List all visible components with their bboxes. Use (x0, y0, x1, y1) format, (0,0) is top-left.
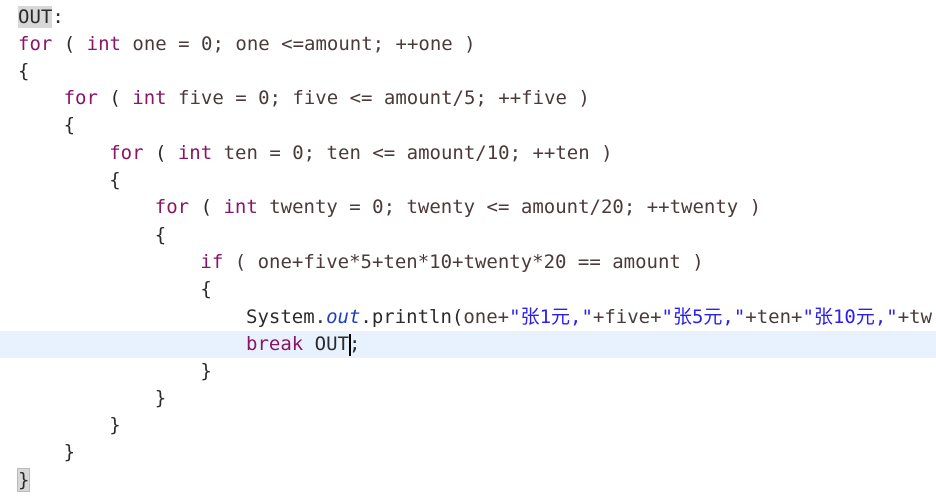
code-token: { (154, 224, 167, 246)
code-token: { (18, 60, 30, 82)
code-token: ( (189, 196, 224, 218)
code-token: { (109, 169, 121, 191)
code-token: ( (143, 142, 178, 164)
code-token: ( (97, 87, 133, 109)
code-token: { (200, 278, 212, 300)
code-token: OUT (18, 6, 53, 28)
code-line[interactable]: for ( int five = 0; five <= amount/5; ++… (0, 85, 936, 112)
code-token: ( one+five*5+ten*10+twenty*20 == amount … (223, 251, 704, 273)
keyword-token: for (63, 87, 98, 109)
code-token: twenty = 0; twenty <= amount/20; ++twent… (257, 196, 762, 218)
code-token: ten = 0; ten <= amount/10; ++ten ) (212, 142, 613, 164)
keyword-token: for (154, 196, 190, 218)
code-line[interactable]: { (0, 58, 936, 85)
string-token: "张10元," (802, 306, 898, 328)
keyword-token: int (86, 33, 121, 55)
code-token: { (63, 114, 76, 136)
code-token: : (52, 6, 64, 28)
code-token: one = 0; one <=amount; ++one ) (120, 33, 476, 55)
code-token: one+ (463, 306, 510, 328)
code-token: OUT (303, 333, 349, 355)
keyword-token: int (177, 142, 213, 164)
code-token: .println( (360, 306, 464, 328)
code-line[interactable]: } (0, 412, 936, 439)
code-token: +ten+ (745, 306, 803, 328)
code-line[interactable]: for ( int twenty = 0; twenty <= amount/2… (0, 194, 936, 221)
code-line[interactable]: } (0, 385, 936, 412)
keyword-token: for (109, 142, 144, 164)
code-token: ; (348, 333, 361, 355)
code-line[interactable]: { (0, 112, 936, 139)
code-token: } (63, 441, 76, 463)
code-token: out (326, 306, 361, 328)
code-line[interactable]: OUT: (0, 4, 936, 31)
code-line[interactable]: { (0, 222, 936, 249)
code-token: five = 0; five <= amount/5; ++five ) (166, 87, 590, 109)
code-token: ( (52, 33, 87, 55)
keyword-token: break (246, 333, 304, 355)
code-line[interactable]: System.out.println(one+"张1元,"+five+"张5元,… (0, 304, 936, 331)
code-token: +tw (897, 306, 933, 328)
code-token: } (154, 387, 167, 409)
code-line[interactable]: } (0, 358, 936, 385)
code-line[interactable]: for ( int one = 0; one <=amount; ++one ) (0, 31, 936, 58)
keyword-token: int (223, 196, 258, 218)
code-token: System. (246, 306, 327, 328)
code-line[interactable]: { (0, 276, 936, 303)
keyword-token: if (200, 251, 224, 273)
code-editor[interactable]: OUT: for ( int one = 0; one <=amount; ++o… (0, 0, 936, 502)
string-token: "张1元," (509, 306, 593, 328)
code-token: } (109, 414, 121, 436)
keyword-token: for (18, 33, 53, 55)
code-line[interactable]: { (0, 167, 936, 194)
code-line[interactable]: } (0, 439, 936, 466)
code-line[interactable]: if ( one+five*5+ten*10+twenty*20 == amou… (0, 249, 936, 276)
code-line[interactable]: } (0, 467, 936, 494)
code-token: } (200, 360, 212, 382)
code-line[interactable]: break OUT; (0, 331, 936, 358)
string-token: "张5元," (661, 306, 746, 328)
code-token: } (16, 468, 31, 492)
code-token: +five+ (592, 306, 662, 328)
code-line[interactable]: for ( int ten = 0; ten <= amount/10; ++t… (0, 140, 936, 167)
keyword-token: int (132, 87, 167, 109)
